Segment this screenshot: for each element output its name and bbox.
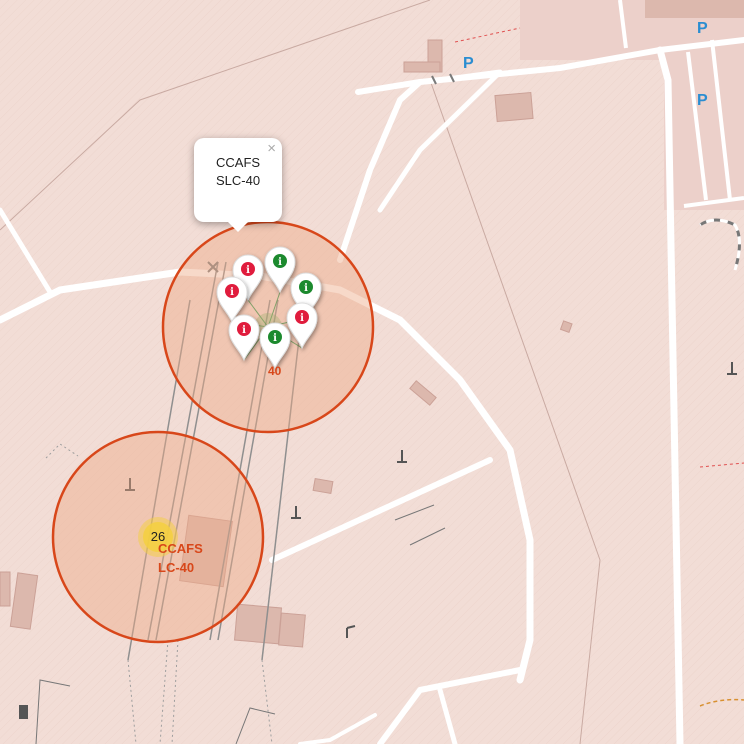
info-glyph: i (246, 265, 250, 276)
parking-label: P (463, 55, 474, 72)
marker-popup: CCAFS SLC-40 × (194, 138, 282, 232)
building-top-right (645, 0, 744, 18)
cluster-count[interactable]: 26 (140, 521, 176, 553)
info-glyph: i (300, 313, 304, 324)
info-glyph: i (273, 333, 277, 344)
info-glyph: i (242, 325, 246, 336)
close-icon[interactable]: × (267, 140, 276, 157)
pad-number-label: 40 (268, 364, 282, 378)
popup-text: CCAFS SLC-40 (216, 155, 261, 188)
info-glyph: i (230, 287, 234, 298)
parking-label: P (697, 92, 708, 109)
info-glyph: i (278, 257, 282, 268)
parking-label: P (697, 20, 708, 37)
map-canvas[interactable]: i i i i i i i (0, 0, 744, 744)
info-glyph: i (304, 283, 308, 294)
